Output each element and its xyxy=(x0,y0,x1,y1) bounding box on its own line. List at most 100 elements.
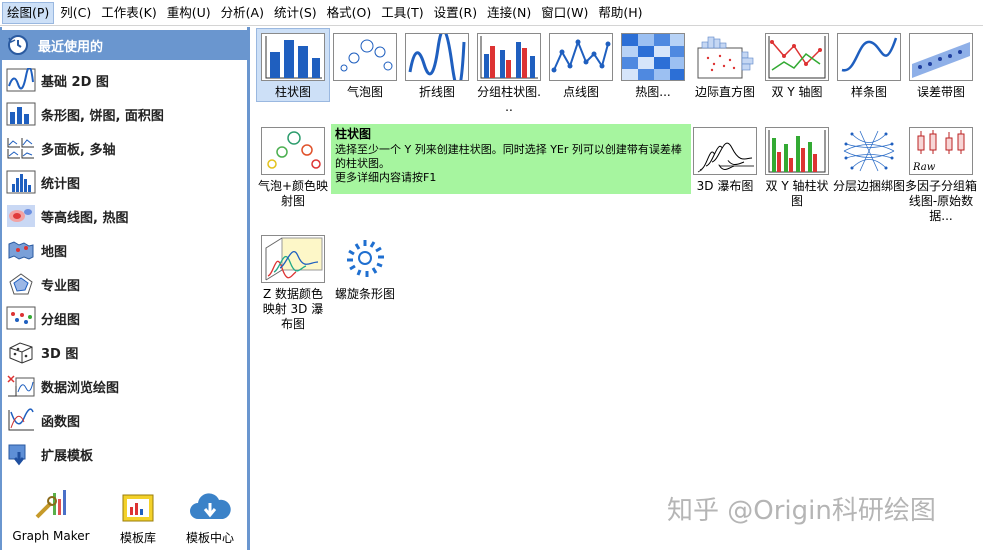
sidebar-item-multi-panel[interactable]: 多面板, 多轴 xyxy=(5,133,247,163)
3d-icon xyxy=(5,338,37,366)
tile-marginal-histogram[interactable]: 边际直方图 xyxy=(689,29,761,100)
clock-icon xyxy=(2,31,34,59)
double-y-column-icon xyxy=(765,127,829,175)
menu-window[interactable]: 窗口(W) xyxy=(537,2,592,24)
tile-spiral-bar[interactable]: 螺旋条形图 xyxy=(329,231,401,302)
tile-heatmap[interactable]: 热图... xyxy=(617,29,689,100)
svg-text:Raw: Raw xyxy=(912,162,936,173)
tile-double-y[interactable]: 双 Y 轴图 xyxy=(761,29,833,100)
sidebar-item-label: 数据浏览绘图 xyxy=(41,380,120,396)
graph-maker-button[interactable]: Graph Maker xyxy=(6,485,96,543)
template-center-button[interactable]: 模板中心 xyxy=(172,485,248,546)
template-center-icon xyxy=(188,485,232,525)
sidebar-item-bar-pie-area[interactable]: 条形图, 饼图, 面积图 xyxy=(5,99,247,129)
sidebar-item-label: 函数图 xyxy=(41,414,81,430)
extension-icon xyxy=(5,440,37,468)
tile-error-band[interactable]: 误差带图 xyxy=(905,29,977,100)
template-library-icon xyxy=(120,485,156,525)
menu-connect[interactable]: 连接(N) xyxy=(483,2,535,24)
sidebar-item-label: 基础 2D 图 xyxy=(41,74,109,90)
line-symbol-icon xyxy=(549,33,613,81)
line-chart-icon xyxy=(5,66,37,94)
menu-column[interactable]: 列(C) xyxy=(56,2,95,24)
sidebar-item-specialized[interactable]: 专业图 xyxy=(5,269,247,299)
menu-plot[interactable]: 绘图(P) xyxy=(2,1,55,24)
menu-reshape[interactable]: 重构(U) xyxy=(163,2,215,24)
waterfall-3d-icon xyxy=(693,127,757,175)
data-explore-icon xyxy=(5,372,37,400)
menu-tools[interactable]: 工具(T) xyxy=(377,2,427,24)
menu-statistics[interactable]: 统计(S) xyxy=(270,2,321,24)
sidebar-item-label: 扩展模板 xyxy=(41,448,94,464)
tooltip-title: 柱状图 xyxy=(335,127,372,141)
line-plot-icon xyxy=(405,33,469,81)
bubble-color-icon xyxy=(261,127,325,175)
tile-bubble-chart[interactable]: 气泡图 xyxy=(329,29,401,100)
grouped-column-icon xyxy=(477,33,541,81)
sidebar-item-label: 专业图 xyxy=(41,278,81,294)
template-gallery: 柱状图 气泡图 折线图 分组柱状图. .. 点线图 热图... 边际直方图 双 … xyxy=(253,27,983,550)
menu-settings[interactable]: 设置(R) xyxy=(430,2,481,24)
edge-bundling-icon xyxy=(837,127,901,175)
template-center-label: 模板中心 xyxy=(185,531,234,545)
sidebar-item-extension[interactable]: 扩展模板 xyxy=(5,439,247,469)
bubble-chart-icon xyxy=(333,33,397,81)
tile-multi-factor-box[interactable]: Raw 多因子分组箱线图-原始数据... xyxy=(905,123,977,224)
tile-bubble-color[interactable]: 气泡+颜色映射图 xyxy=(257,123,329,209)
column-chart-icon xyxy=(261,33,325,81)
sidebar-item-label: 统计图 xyxy=(41,176,81,192)
tooltip-help-hint: 更多详细内容请按F1 xyxy=(335,171,437,184)
function-icon xyxy=(5,406,37,434)
menu-help[interactable]: 帮助(H) xyxy=(594,2,646,24)
radar-icon xyxy=(5,270,37,298)
tile-grouped-column[interactable]: 分组柱状图. .. xyxy=(473,29,545,115)
sidebar-item-3d[interactable]: 3D 图 xyxy=(5,337,247,367)
sidebar-item-label: 等高线图, 热图 xyxy=(41,210,129,226)
heatmap-icon xyxy=(621,33,685,81)
tile-z-color-waterfall[interactable]: Z 数据颜色映射 3D 瀑布图 xyxy=(257,231,329,332)
sidebar-item-label: 地图 xyxy=(41,244,68,260)
watermark: 知乎 @Origin科研绘图 xyxy=(667,496,936,526)
spiral-bar-icon xyxy=(333,235,397,283)
contour-icon xyxy=(5,202,37,230)
multi-panel-icon xyxy=(5,134,37,162)
sidebar-item-function[interactable]: 函数图 xyxy=(5,405,247,435)
template-library-label: 模板库 xyxy=(119,531,156,545)
tile-line-plot[interactable]: 折线图 xyxy=(401,29,473,100)
z-color-waterfall-icon xyxy=(261,235,325,283)
multi-factor-box-icon: Raw xyxy=(909,127,973,175)
template-library-button[interactable]: 模板库 xyxy=(100,485,176,546)
error-band-icon xyxy=(909,33,973,81)
tile-column-chart[interactable]: 柱状图 xyxy=(256,28,330,102)
graph-maker-icon xyxy=(31,485,71,525)
sidebar-item-grouped[interactable]: 分组图 xyxy=(5,303,247,333)
graph-maker-label: Graph Maker xyxy=(12,529,90,543)
spline-icon xyxy=(837,33,901,81)
sidebar-item-statistics[interactable]: 统计图 xyxy=(5,167,247,197)
menu-worksheet[interactable]: 工作表(K) xyxy=(97,2,160,24)
tile-edge-bundling[interactable]: 分层边捆绑图 xyxy=(833,123,905,194)
template-tooltip: 柱状图 选择至少一个 Y 列来创建柱状图。同时选择 YEr 列可以创建带有误差棒… xyxy=(331,124,691,194)
tile-spline[interactable]: 样条图 xyxy=(833,29,905,100)
category-sidebar: 最近使用的 基础 2D 图 条形图, 饼图, 面积图 多面板, 多轴 统计图 等… xyxy=(0,27,250,550)
tile-double-y-column[interactable]: 双 Y 轴柱状图 xyxy=(761,123,833,209)
menu-format[interactable]: 格式(O) xyxy=(323,2,376,24)
sidebar-item-label: 条形图, 饼图, 面积图 xyxy=(41,108,164,124)
sidebar-item-label: 最近使用的 xyxy=(38,39,104,55)
tile-line-symbol[interactable]: 点线图 xyxy=(545,29,617,100)
sidebar-item-data-explore[interactable]: 数据浏览绘图 xyxy=(5,371,247,401)
tile-3d-waterfall[interactable]: 3D 瀑布图 xyxy=(689,123,761,194)
bar-chart-icon xyxy=(5,100,37,128)
sidebar-item-label: 多面板, 多轴 xyxy=(41,142,116,158)
sidebar-item-label: 分组图 xyxy=(41,312,81,328)
double-y-icon xyxy=(765,33,829,81)
sidebar-item-recent[interactable]: 最近使用的 xyxy=(2,30,248,60)
sidebar-item-contour-heatmap[interactable]: 等高线图, 热图 xyxy=(5,201,247,231)
map-icon xyxy=(5,236,37,264)
menu-analysis[interactable]: 分析(A) xyxy=(217,2,268,24)
sidebar-item-basic-2d[interactable]: 基础 2D 图 xyxy=(5,65,247,95)
sidebar-item-map[interactable]: 地图 xyxy=(5,235,247,265)
grouped-scatter-icon xyxy=(5,304,37,332)
sidebar-item-label: 3D 图 xyxy=(41,346,79,362)
marginal-histogram-icon xyxy=(693,33,757,81)
